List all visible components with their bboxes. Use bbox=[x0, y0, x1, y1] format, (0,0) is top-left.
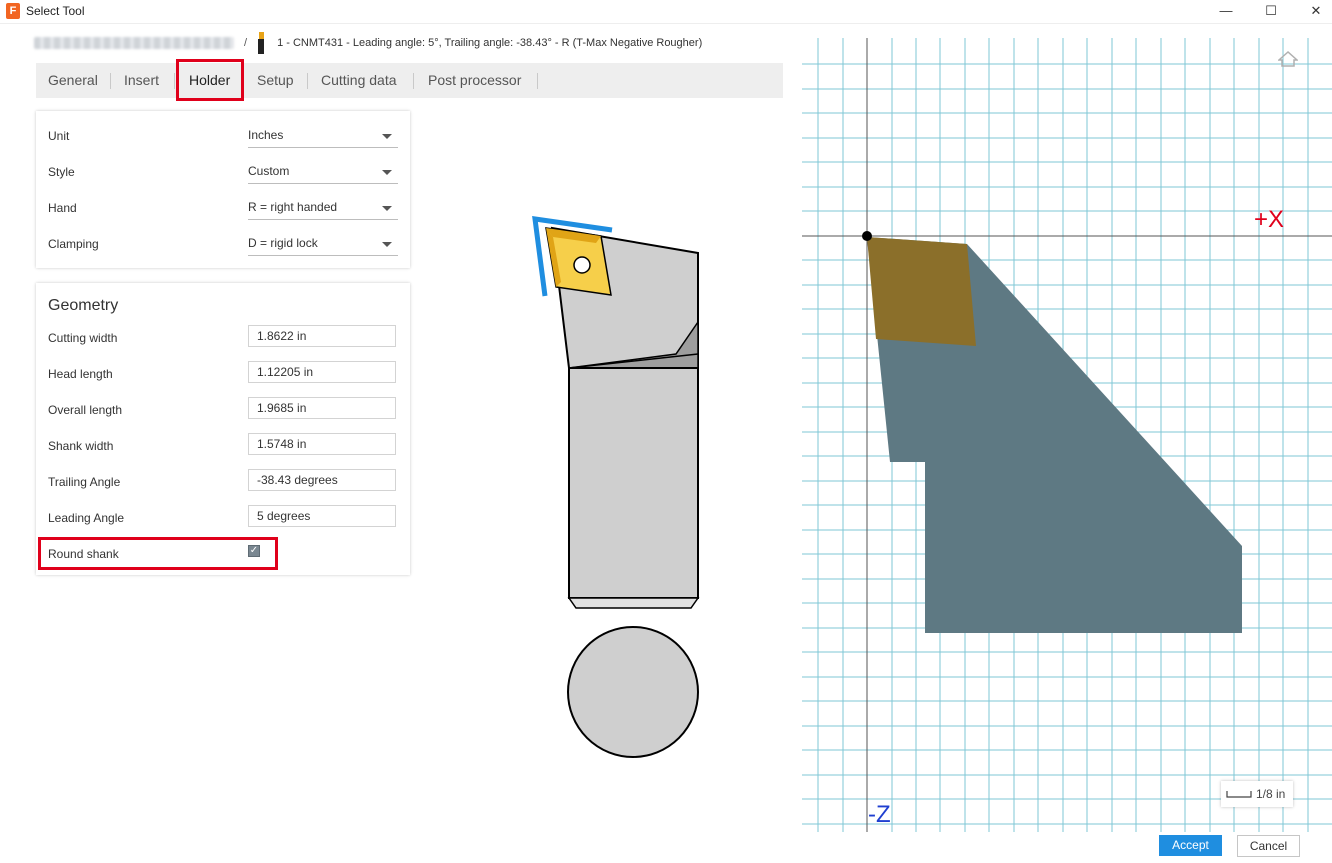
head-length-label: Head length bbox=[48, 367, 113, 381]
holder-shank bbox=[568, 367, 699, 599]
tool-origin-point bbox=[862, 231, 872, 241]
scale-bar-icon bbox=[1226, 791, 1252, 798]
shank-width-input[interactable]: 1.5748 in bbox=[248, 433, 396, 455]
cutting-width-label: Cutting width bbox=[48, 331, 118, 345]
hand-label: Hand bbox=[48, 201, 77, 215]
tab-setup[interactable]: Setup bbox=[257, 63, 294, 98]
library-path-redacted[interactable] bbox=[34, 37, 234, 49]
head-length-input[interactable]: 1.12205 in bbox=[248, 361, 396, 383]
breadcrumb: / 1 - CNMT431 - Leading angle: 5°, Trail… bbox=[34, 32, 703, 54]
holder-tab-highlight bbox=[176, 59, 244, 101]
clamping-label: Clamping bbox=[48, 237, 99, 251]
tab-post-processor[interactable]: Post processor bbox=[428, 63, 521, 98]
geometry-title: Geometry bbox=[48, 297, 119, 314]
breadcrumb-separator: / bbox=[244, 37, 248, 49]
tool-title: 1 - CNMT431 - Leading angle: 5°, Trailin… bbox=[277, 37, 703, 49]
round-shank-highlight bbox=[38, 537, 278, 570]
geometry-card: Geometry Cutting width 1.8622 in Head le… bbox=[36, 283, 410, 575]
close-button[interactable]: ✕ bbox=[1296, 1, 1332, 21]
minimize-button[interactable]: — bbox=[1206, 1, 1246, 21]
tab-cutting-data[interactable]: Cutting data bbox=[321, 63, 397, 98]
unit-label: Unit bbox=[48, 129, 70, 143]
tab-general[interactable]: General bbox=[48, 63, 98, 98]
style-value: Custom bbox=[248, 164, 290, 178]
tool-preview-viewport[interactable] bbox=[802, 38, 1332, 832]
insert-profile bbox=[867, 237, 976, 346]
preview-canvas bbox=[802, 38, 1332, 832]
chevron-down-icon bbox=[382, 242, 392, 247]
unit-select[interactable]: Inches bbox=[248, 125, 398, 148]
leading-angle-label: Leading Angle bbox=[48, 511, 125, 525]
hand-value: R = right handed bbox=[248, 200, 338, 214]
leading-angle-input[interactable]: 5 degrees bbox=[248, 505, 396, 527]
tab-bar: General Insert Holder Setup Cutting data… bbox=[36, 63, 783, 98]
insert-hole bbox=[573, 256, 591, 274]
style-label: Style bbox=[48, 165, 75, 179]
holder-schematic bbox=[532, 216, 700, 758]
fusion-app-icon: F bbox=[6, 3, 20, 19]
holder-settings-card: Unit Inches Style Custom Hand R = right … bbox=[36, 111, 410, 268]
trailing-angle-input[interactable]: -38.43 degrees bbox=[248, 469, 396, 491]
chevron-down-icon bbox=[382, 206, 392, 211]
unit-value: Inches bbox=[248, 128, 284, 142]
title-bar: F Select Tool — ☐ ✕ bbox=[0, 0, 1332, 24]
round-shank-section bbox=[567, 626, 699, 758]
overall-length-label: Overall length bbox=[48, 403, 123, 417]
chevron-down-icon bbox=[382, 134, 392, 139]
hand-select[interactable]: R = right handed bbox=[248, 197, 398, 220]
clamping-select[interactable]: D = rigid lock bbox=[248, 233, 398, 256]
window-title: Select Tool bbox=[26, 4, 85, 18]
turning-tool-icon bbox=[257, 32, 265, 54]
cancel-button[interactable]: Cancel bbox=[1237, 835, 1300, 857]
x-axis-label: +X bbox=[1254, 206, 1285, 233]
tab-insert[interactable]: Insert bbox=[124, 63, 159, 98]
z-axis-label: -Z bbox=[868, 801, 891, 828]
holder-shank-chamfer bbox=[567, 597, 700, 609]
cutting-width-input[interactable]: 1.8622 in bbox=[248, 325, 396, 347]
scale-indicator: 1/8 in bbox=[1221, 781, 1293, 807]
accept-button[interactable]: Accept bbox=[1159, 835, 1222, 856]
maximize-button[interactable]: ☐ bbox=[1251, 1, 1291, 21]
overall-length-input[interactable]: 1.9685 in bbox=[248, 397, 396, 419]
scale-label: 1/8 in bbox=[1256, 787, 1286, 801]
trailing-angle-label: Trailing Angle bbox=[48, 475, 121, 489]
home-icon[interactable] bbox=[1278, 50, 1298, 68]
shank-width-label: Shank width bbox=[48, 439, 114, 453]
clamping-value: D = rigid lock bbox=[248, 236, 318, 250]
chevron-down-icon bbox=[382, 170, 392, 175]
style-select[interactable]: Custom bbox=[248, 161, 398, 184]
